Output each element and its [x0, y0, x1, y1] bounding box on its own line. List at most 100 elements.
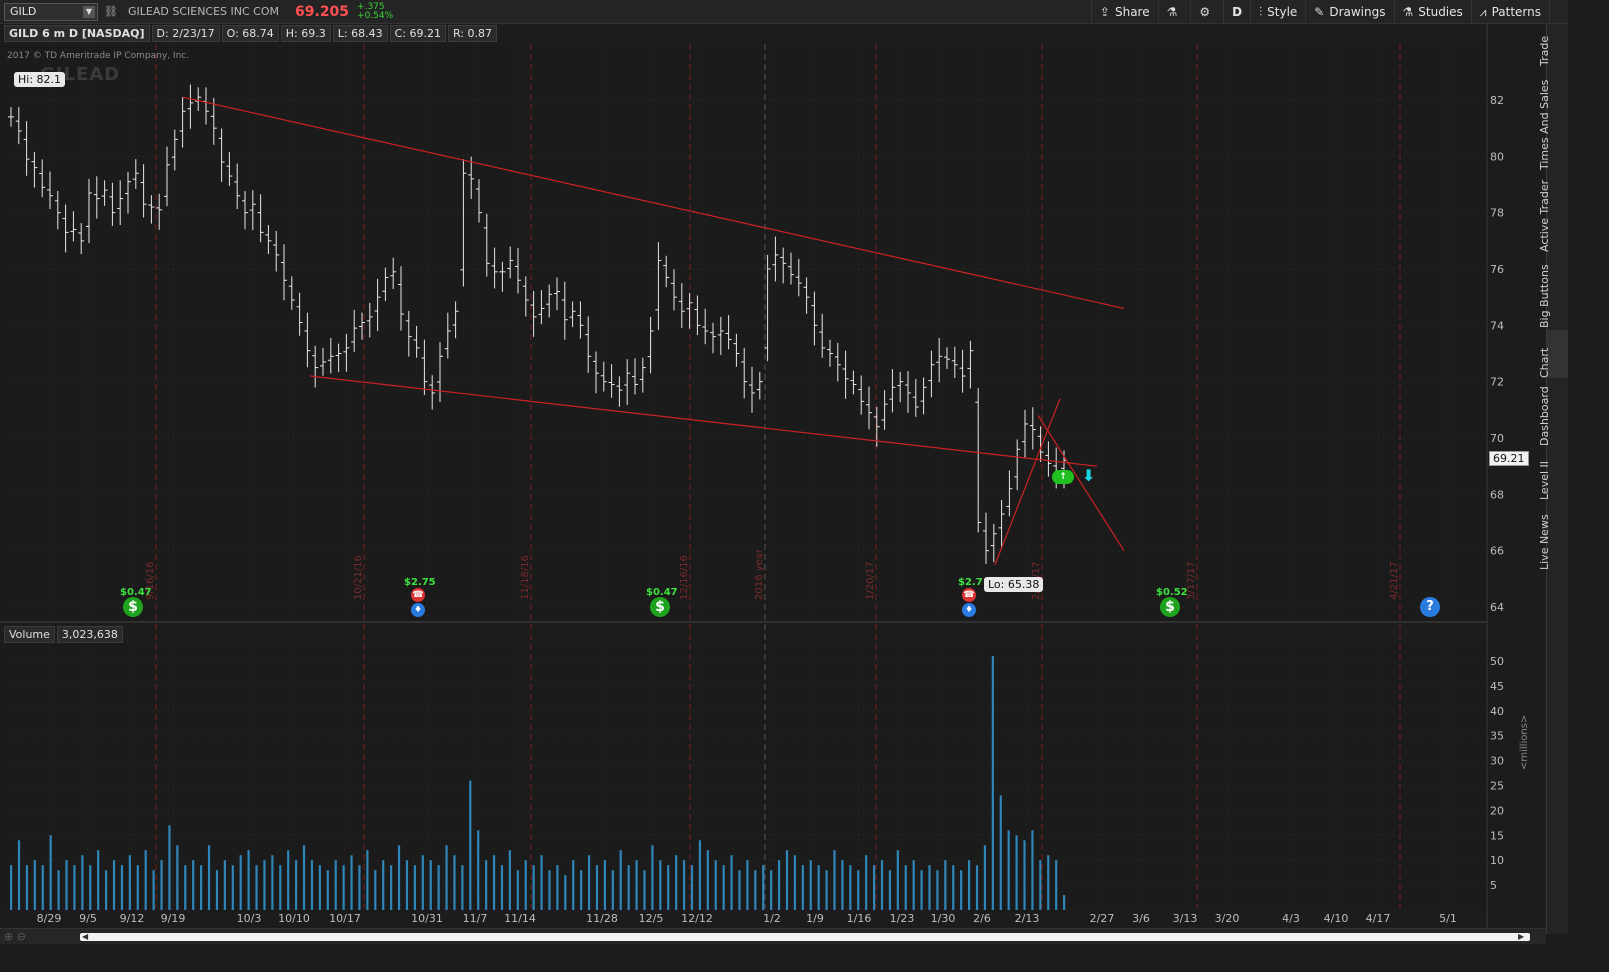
volume-bar	[239, 855, 242, 910]
volume-bar	[872, 865, 876, 910]
drawings-label: Drawings	[1329, 5, 1386, 19]
date-tick-label: 11/14	[504, 912, 536, 925]
patterns-button[interactable]: ⩘ Patterns	[1470, 0, 1549, 24]
dividend-icon[interactable]: $	[650, 597, 670, 617]
volume-bar	[200, 865, 203, 910]
volume-tick-label: 15	[1490, 829, 1504, 842]
sidebar-tab-label: Live News	[1538, 514, 1551, 570]
volume-bar	[817, 865, 820, 910]
volume-bar	[1039, 860, 1042, 910]
price-chart-canvas[interactable]: 9/16/16 10/21/16 11/18/16 12/16/16 2016 year…	[0, 0, 1609, 972]
date-tick-label: 12/12	[681, 912, 713, 925]
date-tick-label: 2/6	[973, 912, 991, 925]
volume-bar	[168, 825, 171, 910]
dividend-icon[interactable]: $	[123, 597, 143, 617]
expiration-marker-label: 1/20/17	[865, 561, 876, 600]
zoom-icon[interactable]: ⊕ ⊖	[4, 930, 26, 943]
time-scrollbar[interactable]: ⊕ ⊖ ◀ ▶	[0, 928, 1546, 944]
earnings-icon[interactable]: ☎	[962, 588, 976, 602]
volume-bar	[983, 845, 987, 910]
bar-close: C: 69.21	[389, 25, 446, 42]
price-tick-label: 68	[1490, 488, 1504, 501]
volume-bar	[120, 865, 124, 910]
date-tick-label: 1/23	[890, 912, 915, 925]
expiration-marker-label: 10/21/16	[353, 555, 364, 600]
volume-bar	[492, 855, 496, 910]
volume-bar	[350, 855, 353, 910]
volume-bar	[421, 855, 424, 910]
volume-bar	[777, 860, 781, 910]
volume-bar	[390, 865, 393, 910]
style-button[interactable]: ⫶ Style	[1250, 0, 1305, 24]
company-name: GILEAD SCIENCES INC COM	[128, 5, 280, 18]
drawings-button[interactable]: ✎ Drawings	[1305, 0, 1393, 24]
price-tick-label: 82	[1490, 94, 1504, 107]
volume-bar	[880, 860, 884, 910]
share-button[interactable]: ⇪ Share	[1090, 0, 1158, 24]
sidebar-tab-dashboard[interactable]: Dashboard	[1538, 380, 1569, 446]
share-icon: ⇪	[1099, 5, 1110, 19]
sidebar-tab-times-and-sales[interactable]: Times And Sales	[1538, 70, 1569, 170]
sidebar-tab-big-buttons[interactable]: Big Buttons	[1538, 256, 1569, 328]
volume-bar	[936, 870, 939, 910]
volume-bar	[770, 870, 773, 910]
volume-bar	[1063, 895, 1066, 910]
scroll-thumb[interactable]	[80, 933, 1530, 941]
bottom-margin	[0, 945, 1568, 972]
volume-bar	[49, 835, 52, 910]
top-toolbar: GILD ▼ ⛓ GILEAD SCIENCES INC COM 69.205 …	[0, 0, 1609, 24]
volume-bar	[1023, 840, 1026, 910]
volume-bar	[611, 870, 614, 910]
link-icon[interactable]: ⛓	[104, 5, 118, 18]
date-tick-label: 1/30	[931, 912, 956, 925]
volume-bar	[382, 860, 385, 910]
window-margin	[1568, 0, 1609, 972]
volume-bar	[437, 865, 440, 910]
dividend-icon[interactable]: $	[1160, 597, 1180, 617]
share-label: Share	[1114, 5, 1150, 19]
sidebar-tab-chart[interactable]: Chart	[1538, 330, 1569, 378]
volume-bar	[271, 855, 274, 910]
earnings-icon[interactable]: ☎	[411, 588, 425, 602]
aggregation-label: D	[1232, 5, 1243, 19]
studies-button[interactable]: ⚗ Studies	[1393, 0, 1471, 24]
volume-bar	[651, 845, 654, 910]
bar-high: H: 69.3	[280, 25, 331, 42]
symbol-input[interactable]: GILD ▼	[4, 2, 98, 21]
settings-button[interactable]: ⚙	[1190, 0, 1223, 24]
volume-bar	[801, 865, 804, 910]
scroll-left-icon[interactable]: ◀	[82, 932, 88, 941]
date-tick-label: 3/6	[1132, 912, 1150, 925]
thinkorswim-chart-window: 9/16/16 10/21/16 11/18/16 12/16/16 2016 year…	[0, 0, 1609, 972]
volume-bar	[912, 860, 915, 910]
conference-icon[interactable]: ♦	[411, 603, 425, 617]
flask-button[interactable]: ⚗	[1157, 0, 1191, 24]
down-arrow-icon[interactable]: ⬇	[1082, 466, 1095, 485]
volume-bar	[1007, 830, 1010, 910]
volume-bar	[635, 860, 638, 910]
low-label: Lo: 65.38	[984, 577, 1044, 592]
sidebar-tab-active-trader[interactable]: Active Trader	[1538, 174, 1569, 252]
volume-bar	[540, 855, 543, 910]
pattern-marker-icon[interactable]: ↑	[1052, 470, 1074, 484]
volume-bar	[643, 870, 646, 910]
dividend-label: $0.47	[120, 587, 152, 598]
sidebar-tab-trade[interactable]: Trade	[1538, 24, 1569, 66]
chevron-down-icon[interactable]: ▼	[83, 5, 95, 18]
studies-label: Studies	[1418, 5, 1463, 19]
volume-bar	[469, 780, 472, 910]
help-icon[interactable]: ?	[1420, 597, 1440, 617]
volume-bar	[714, 860, 717, 910]
volume-bar	[10, 865, 13, 910]
volume-title[interactable]: Volume	[4, 626, 55, 643]
pencil-icon: ✎	[1314, 5, 1325, 19]
chart-title[interactable]: GILD 6 m D [NASDAQ]	[4, 25, 150, 42]
aggregation-button[interactable]: D	[1223, 0, 1250, 24]
sidebar-tab-level-ii[interactable]: Level II	[1538, 450, 1569, 500]
flask-icon: ⚗	[1402, 5, 1414, 19]
volume-bar	[453, 855, 456, 910]
conference-icon[interactable]: ♦	[962, 603, 976, 617]
volume-bar	[144, 850, 147, 910]
scroll-right-icon[interactable]: ▶	[1518, 932, 1524, 941]
sidebar-tab-live-news[interactable]: Live News	[1538, 504, 1569, 570]
